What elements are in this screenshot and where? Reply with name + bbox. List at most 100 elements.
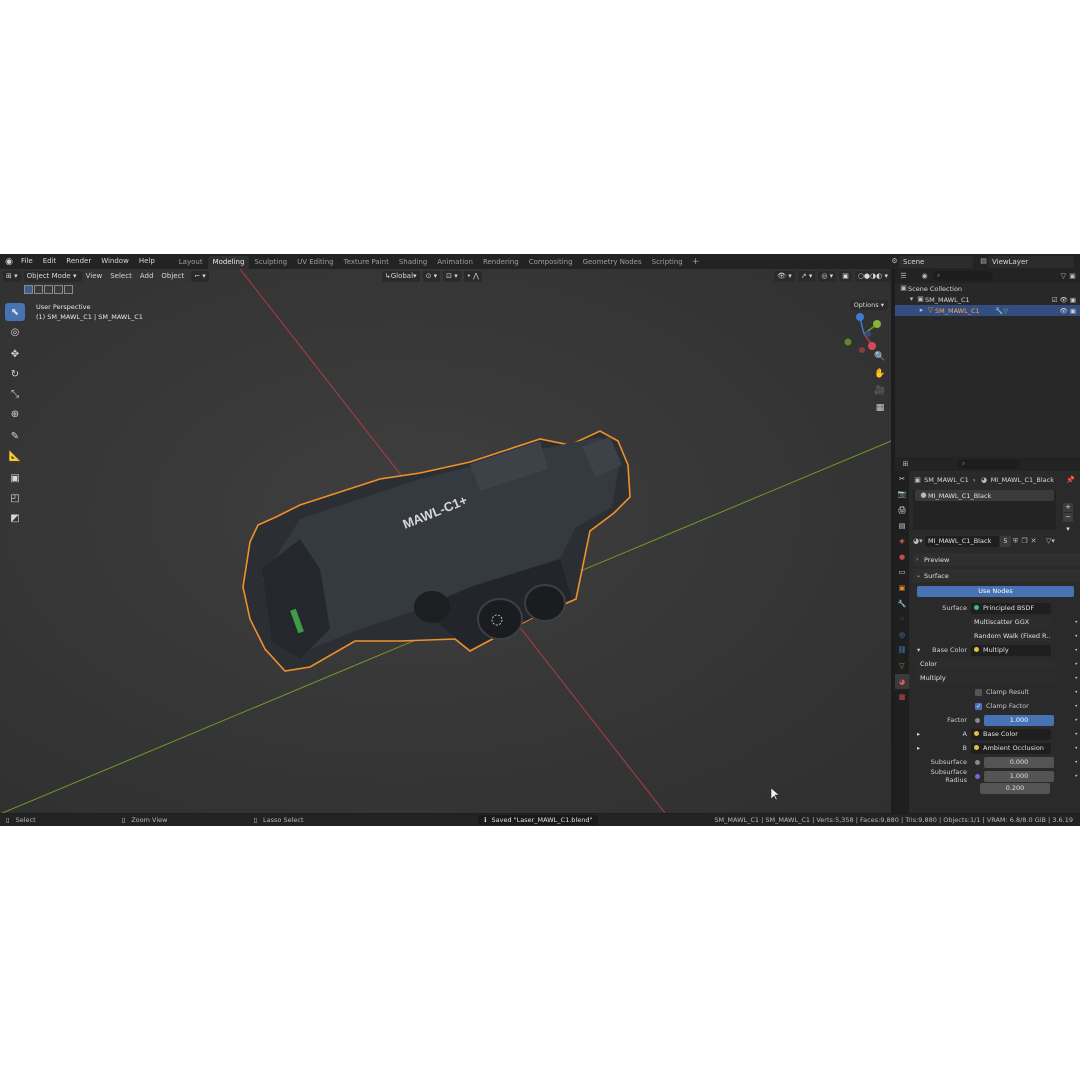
viewport-menu-object[interactable]: Object — [157, 269, 188, 283]
subsurface-field[interactable]: 0.000 — [984, 756, 1054, 768]
constraints-tab-icon[interactable]: ⛓ — [895, 643, 909, 659]
select-invert-icon[interactable] — [54, 285, 63, 294]
color-mode-dropdown[interactable]: Color — [917, 658, 1055, 670]
outliner-search-input[interactable]: ⌕ — [933, 271, 993, 281]
select-new-icon[interactable] — [24, 285, 33, 294]
xray-button[interactable]: ▣ — [839, 270, 852, 282]
mode-selector[interactable]: Object Mode ▾ — [23, 270, 82, 282]
material-name-field[interactable]: MI_MAWL_C1_Black — [925, 535, 999, 547]
browse-material-icon[interactable]: ◕▾ — [913, 537, 923, 546]
add-workspace-button[interactable]: + — [688, 257, 704, 267]
viewport-menu-add[interactable]: Add — [136, 269, 158, 283]
surface-shader-field[interactable]: Principled BSDF — [971, 602, 1051, 614]
new-collection-icon[interactable]: ▣ — [1068, 272, 1077, 281]
add-slot-button[interactable]: + — [1063, 503, 1073, 512]
add-cube-tool-icon[interactable]: ▣ — [5, 469, 25, 487]
tab-texture-paint[interactable]: Texture Paint — [339, 256, 394, 269]
expand-arrow-icon[interactable]: ▸ — [917, 306, 926, 315]
shear-tool-icon[interactable]: ◰ — [5, 489, 25, 507]
gizmo-button[interactable]: ↗ ▾ — [797, 270, 816, 282]
distribution-dropdown[interactable]: Multiscatter GGX — [971, 616, 1051, 628]
collection-visibility-icons[interactable]: ☑ 👁 ▣ — [1052, 296, 1076, 304]
clamp-result-checkbox[interactable] — [975, 688, 982, 696]
view-layer-icon[interactable]: ▤ — [979, 257, 988, 266]
camera-icon[interactable]: 🎥 — [872, 383, 888, 399]
tab-sculpting[interactable]: Sculpting — [249, 256, 292, 269]
menu-file[interactable]: File — [16, 254, 38, 269]
material-slot-list[interactable]: ● MI_MAWL_C1_Black — [913, 490, 1056, 530]
texture-tab-icon[interactable]: ▩ — [895, 689, 909, 705]
shading-buttons[interactable]: ○●◑◐ ▾ — [854, 270, 891, 282]
grid-perspective-icon[interactable]: ▦ — [872, 400, 888, 416]
world-tab-icon[interactable]: ● — [895, 549, 909, 565]
annotate-tool-icon[interactable]: ✎ — [5, 427, 25, 445]
object-tab-icon[interactable]: ▣ — [895, 580, 909, 596]
scene-icon[interactable]: ⚙ — [890, 257, 899, 266]
render-tab-icon[interactable]: 📷 — [895, 487, 909, 503]
options-button[interactable]: Options ▾ — [849, 300, 888, 310]
gp-button[interactable]: ⌐ ▾ — [191, 270, 209, 282]
tab-compositing[interactable]: Compositing — [524, 256, 578, 269]
filter-icon[interactable]: ▽ — [1059, 272, 1068, 281]
rotate-tool-icon[interactable]: ↻ — [5, 365, 25, 383]
tab-uv-editing[interactable]: UV Editing — [292, 256, 339, 269]
cursor-tool-icon[interactable]: ◎ — [5, 323, 25, 341]
surface-panel-header[interactable]: ⌄ Surface — [913, 569, 1080, 582]
viewport-menu-view[interactable]: View — [82, 269, 107, 283]
viewport-menu-select[interactable]: Select — [106, 269, 136, 283]
display-mode-icon[interactable]: ◉ — [920, 272, 929, 281]
subsurface-radius-y-field[interactable]: 0.200 — [980, 783, 1050, 794]
overlay-button[interactable]: ◎ ▾ — [818, 270, 837, 282]
menu-render[interactable]: Render — [61, 254, 96, 269]
object-visibility-icons[interactable]: 👁 ▣ — [1060, 307, 1076, 315]
visibility-button[interactable]: 👁 ▾ — [774, 270, 795, 282]
zoom-icon[interactable]: 🔍 — [872, 349, 888, 365]
tab-layout[interactable]: Layout — [174, 256, 208, 269]
menu-help[interactable]: Help — [134, 254, 160, 269]
snap-button[interactable]: ⊡ ▾ — [443, 270, 461, 282]
pin-icon[interactable]: 📌 — [1066, 476, 1075, 485]
base-color-field[interactable]: Multiply — [971, 644, 1051, 656]
material-tab-icon[interactable]: ◕ — [895, 673, 909, 690]
physics-tab-icon[interactable]: ◎ — [895, 627, 909, 643]
material-users-count[interactable]: 5 — [1000, 535, 1011, 547]
unlink-icon[interactable]: ✕ — [1029, 537, 1038, 546]
select-subtract-icon[interactable] — [44, 285, 53, 294]
scale-tool-icon[interactable]: ⤡ — [5, 385, 25, 403]
tool-tab-icon[interactable]: ✂ — [895, 471, 909, 487]
subsurface-radius-x-field[interactable]: 1.000 — [984, 770, 1054, 782]
tab-shading[interactable]: Shading — [394, 256, 432, 269]
fake-user-icon[interactable]: ⛨ — [1011, 537, 1020, 546]
particles-tab-icon[interactable]: ⁘ — [895, 611, 909, 627]
material-filter-icon[interactable]: ▽▾ — [1046, 537, 1055, 546]
transform-tool-icon[interactable]: ⊕ — [5, 405, 25, 423]
duplicate-icon[interactable]: ❐ — [1020, 537, 1029, 546]
tab-modeling[interactable]: Modeling — [207, 255, 250, 269]
image-tool-icon[interactable]: ◩ — [5, 509, 25, 527]
pivot-button[interactable]: ⊙ ▾ — [422, 270, 441, 282]
properties-editor-icon[interactable]: ⊞ — [901, 460, 910, 469]
tab-animation[interactable]: Animation — [432, 256, 478, 269]
material-slot[interactable]: ● MI_MAWL_C1_Black — [915, 490, 1054, 501]
modifier-tab-icon[interactable]: 🔧 — [895, 596, 909, 612]
outliner-scene-collection[interactable]: ▣ Scene Collection — [895, 283, 1080, 294]
menu-edit[interactable]: Edit — [38, 254, 62, 269]
measure-tool-icon[interactable]: 📐 — [5, 447, 25, 465]
clamp-factor-checkbox[interactable]: ✓ — [975, 702, 982, 710]
view-layer-selector[interactable]: ViewLayer — [988, 255, 1074, 268]
input-a-field[interactable]: Base Color — [971, 728, 1051, 740]
output-tab-icon[interactable]: 🖨 — [895, 502, 909, 518]
input-b-field[interactable]: Ambient Occlusion — [971, 742, 1051, 754]
editor-type-button[interactable]: ⊞ ▾ — [3, 270, 21, 282]
blend-mode-dropdown[interactable]: Multiply — [917, 672, 1055, 684]
preview-panel-header[interactable]: › Preview — [913, 553, 1080, 566]
select-box-tool-icon[interactable]: ⬉ — [5, 303, 25, 321]
properties-search-input[interactable]: ⌕ — [958, 459, 1020, 469]
move-tool-icon[interactable]: ✥ — [5, 345, 25, 363]
slot-menu-chevron-icon[interactable]: ▾ — [1063, 525, 1073, 534]
blender-logo-icon[interactable]: ◉ — [2, 254, 16, 269]
use-nodes-button[interactable]: Use Nodes — [917, 586, 1074, 597]
pan-hand-icon[interactable]: ✋ — [872, 366, 888, 382]
outliner-editor-icon[interactable]: ☰ — [899, 272, 908, 281]
collection-tab-icon[interactable]: ▭ — [895, 565, 909, 581]
